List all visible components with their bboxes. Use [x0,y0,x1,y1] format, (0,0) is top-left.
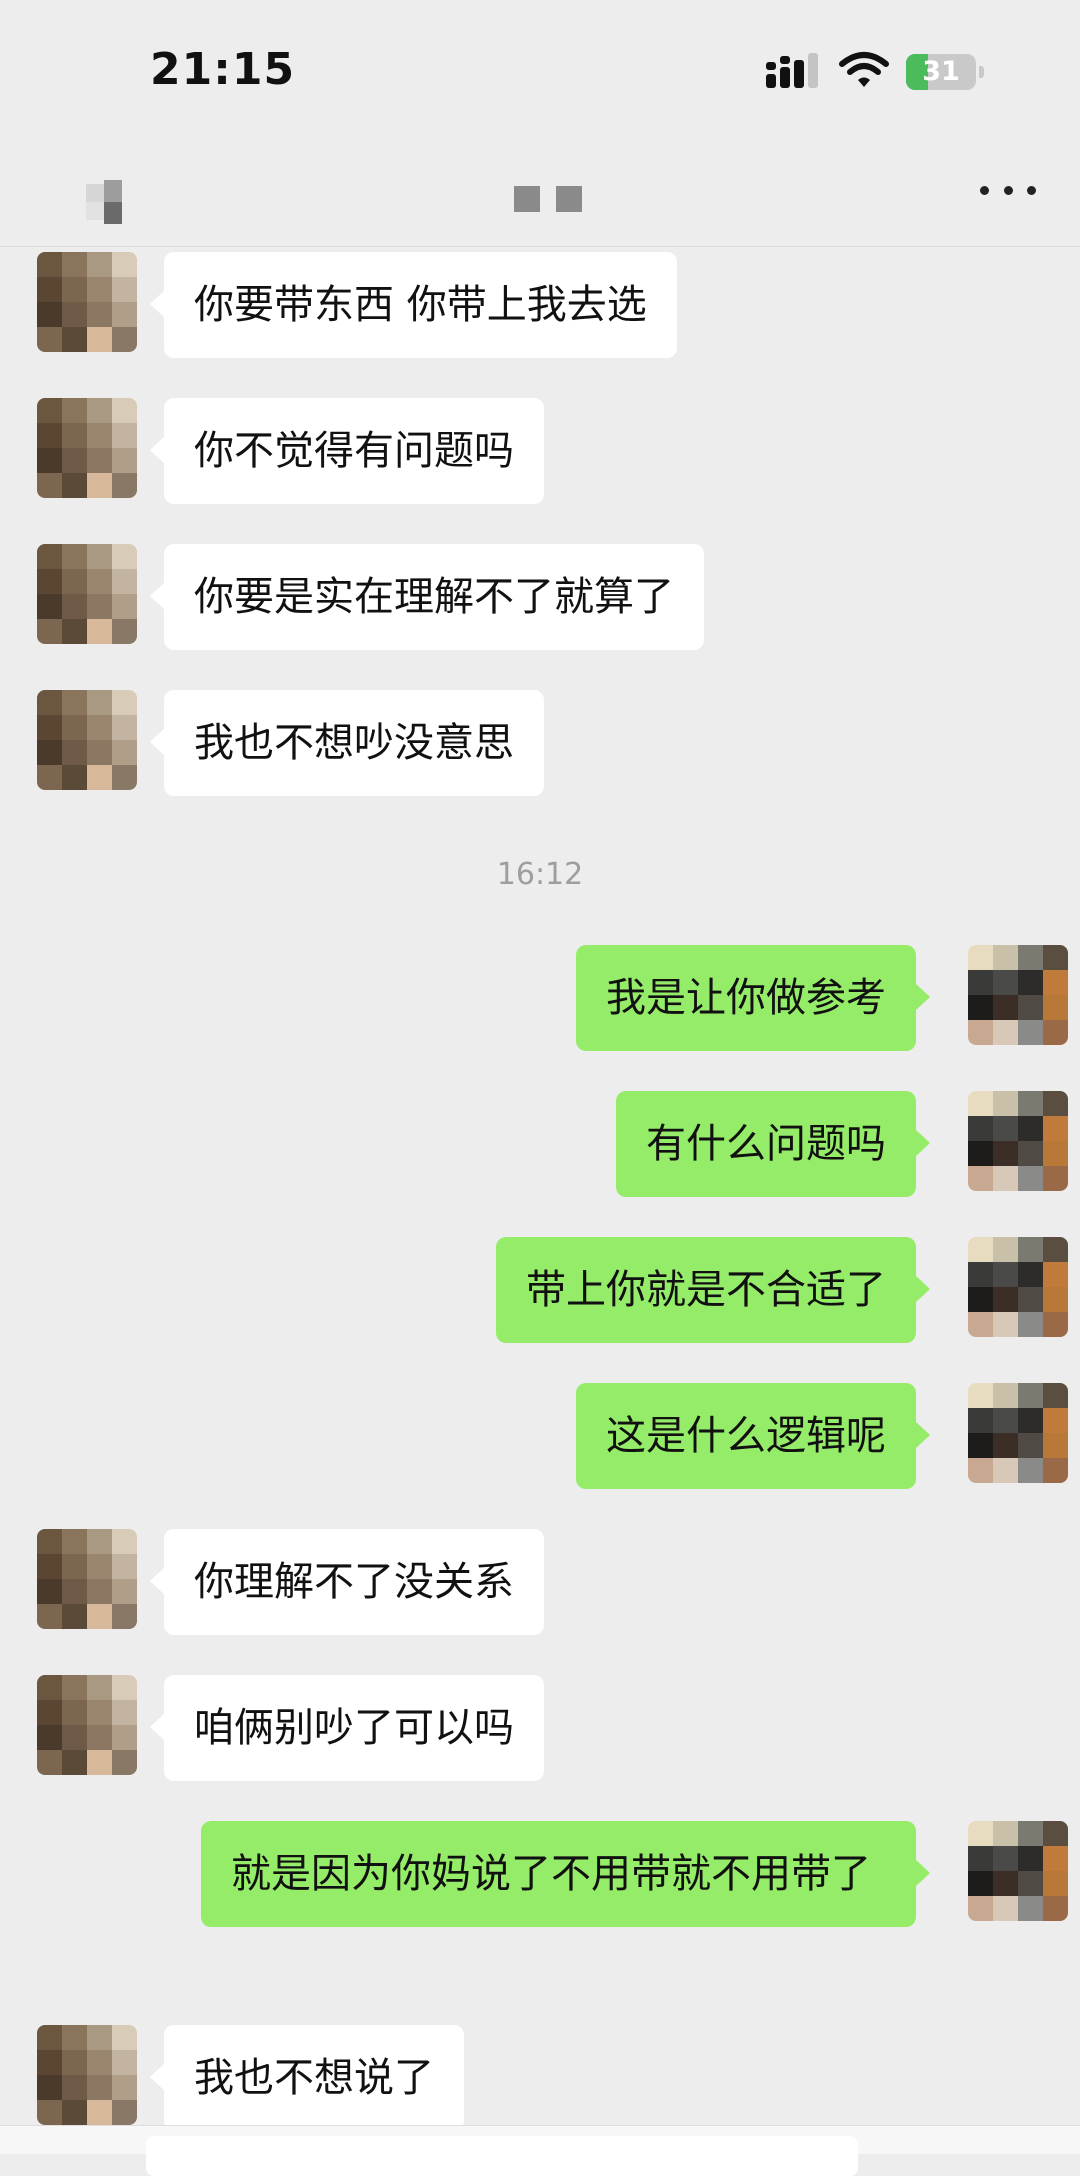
contact-avatar[interactable] [37,544,137,644]
message-bubble-incoming[interactable]: 你要带东西 你带上我去选 [150,252,677,358]
dot-icon [1027,185,1036,195]
wifi-icon [839,52,889,87]
back-button[interactable] [86,180,140,224]
message-timestamp: 16:12 [496,857,584,892]
message-bubble-incoming[interactable]: 你不觉得有问题吗 [150,398,544,504]
message-bubble-outgoing[interactable]: 就是因为你妈说了不用带就不用带了 [201,1821,930,1927]
message-input[interactable] [146,2136,858,2176]
dot-icon [1003,185,1013,195]
dot-icon [980,185,989,195]
message-bubble-outgoing[interactable]: 有什么问题吗 [616,1091,930,1197]
more-dots-icon[interactable] [980,170,1036,210]
self-avatar[interactable] [968,945,1068,1045]
self-avatar[interactable] [968,1091,1068,1191]
message-bubble-outgoing[interactable]: 这是什么逻辑呢 [576,1383,930,1489]
chat-title-blurred [514,186,582,212]
message-bubble-incoming[interactable]: 咱俩别吵了可以吗 [150,1675,544,1781]
contact-avatar[interactable] [37,1529,137,1629]
message-bubble-incoming[interactable]: 你理解不了没关系 [150,1529,544,1635]
contact-avatar[interactable] [37,2025,137,2125]
chat-header [0,140,1080,247]
status-bar: 21:15 31 [0,0,1080,140]
contact-avatar[interactable] [37,252,137,352]
battery-indicator: 31 [906,54,984,90]
battery-percent: 31 [922,56,960,87]
message-bubble-outgoing[interactable]: 带上你就是不合适了 [496,1237,930,1343]
message-bubble-outgoing[interactable]: 我是让你做参考 [576,945,930,1051]
input-bar [0,2125,1080,2176]
battery-icon: 31 [906,54,976,90]
contact-avatar[interactable] [37,1675,137,1775]
contact-avatar[interactable] [37,690,137,790]
self-avatar[interactable] [968,1383,1068,1483]
message-bubble-incoming[interactable]: 你要是实在理解不了就算了 [150,544,704,650]
contact-avatar[interactable] [37,398,137,498]
status-time: 21:15 [150,44,296,95]
cellular-signal-icon [766,53,818,88]
self-avatar[interactable] [968,1821,1068,1921]
message-bubble-incoming[interactable]: 我也不想吵没意思 [150,690,544,796]
message-bubble-incoming[interactable]: 我也不想说了 [150,2025,464,2127]
self-avatar[interactable] [968,1237,1068,1337]
battery-tip [979,66,984,78]
message-list[interactable]: 你要带东西 你带上我去选 你不觉得有问题吗 你要是实在理解不了就算了 我也不想吵… [0,247,1080,2127]
